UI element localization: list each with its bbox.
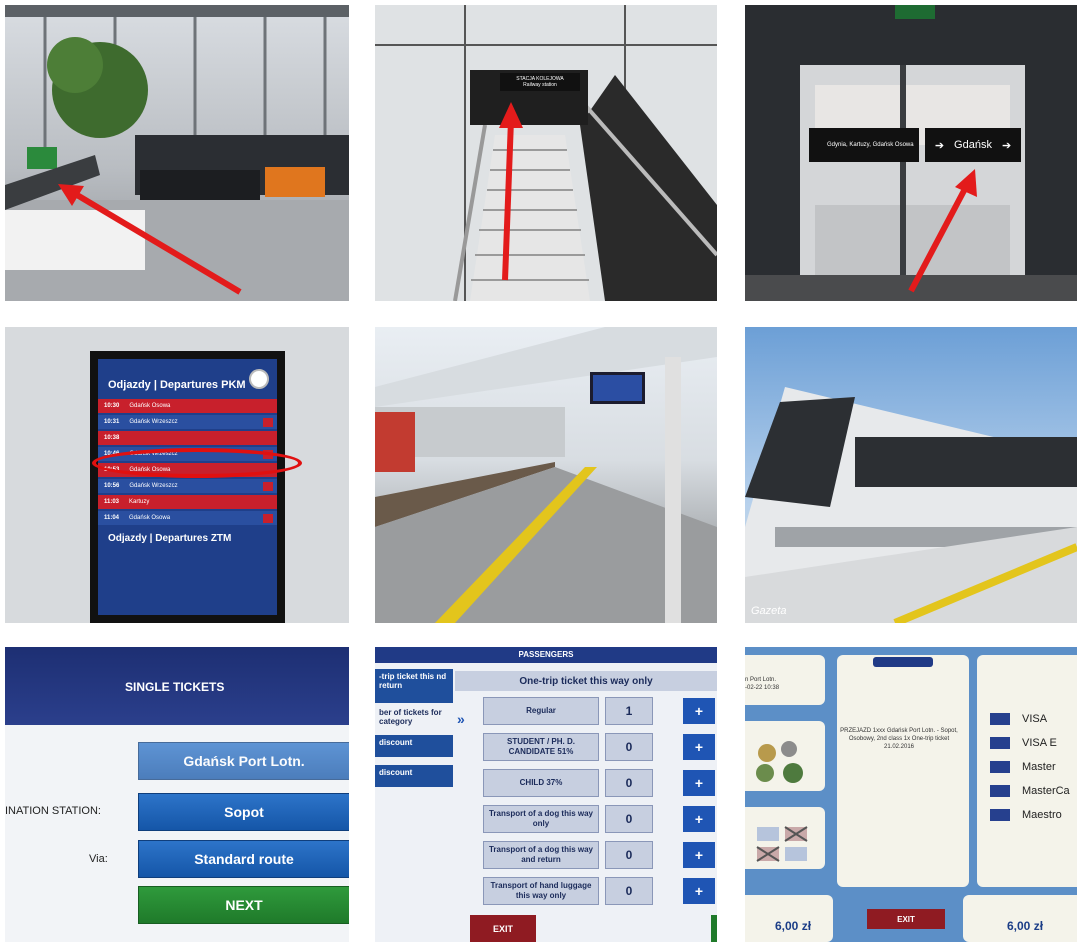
platform-scene — [375, 327, 717, 623]
single-tickets-screen: SINGLE TICKETS Gdańsk Port Lotn. INATION… — [5, 647, 349, 942]
platform-badge — [263, 513, 273, 523]
card-logo-icon — [990, 737, 1010, 749]
via-label: Via: — [89, 853, 108, 865]
departure-row: 11:04 Gdańsk Osowa — [98, 511, 277, 525]
quantity-value: 0 — [605, 769, 653, 797]
departures-board-photo: Odjazdy | Departures PKM 10:30 Gdańsk Oso… — [5, 327, 349, 623]
plus-button[interactable]: + — [683, 734, 715, 760]
next-button-edge[interactable] — [711, 915, 717, 942]
passenger-category: Transport of a dog this way and return — [483, 841, 599, 869]
price-left: 6,00 zł — [775, 919, 812, 933]
card-option[interactable]: VISA E — [990, 737, 1057, 749]
quantity-value: 1 — [605, 697, 653, 725]
destination-button[interactable]: Sopot — [138, 793, 349, 831]
train-scene — [745, 387, 1077, 623]
quantity-value: 0 — [605, 805, 653, 833]
coins-icon — [756, 741, 803, 783]
card-logo-icon — [990, 713, 1010, 725]
quantity-value: 0 — [605, 841, 653, 869]
platform-badge — [263, 401, 273, 411]
clock-icon — [249, 369, 269, 389]
via-button[interactable]: Standard route — [138, 840, 349, 878]
card-logo-icon — [990, 761, 1010, 773]
ticket-header — [873, 657, 933, 667]
ztm-title: Odjazdy | Departures ZTM — [108, 533, 232, 544]
railway-station-sign: STACJA KOLEJOWA Railway station — [500, 73, 580, 91]
platform-doors-photo: Gdynia, Kartuzy, Gdańsk Osowa ➔ Gdańsk ➔ — [745, 5, 1077, 301]
arrow-right-icon: ➔ — [1001, 139, 1012, 152]
stairs-photo: STACJA KOLEJOWA Railway station — [375, 5, 717, 301]
red-ellipse-highlight — [92, 448, 302, 478]
quantity-value: 0 — [605, 877, 653, 905]
passenger-category: Regular — [483, 697, 599, 725]
price-right: 6,00 zł — [1007, 919, 1044, 933]
double-chevron-icon: » — [457, 711, 465, 727]
origin-button[interactable]: Gdańsk Port Lotn. — [138, 742, 349, 780]
plus-button[interactable]: + — [683, 806, 715, 832]
coins-panel — [745, 721, 825, 791]
red-arrow — [908, 169, 977, 293]
quantity-value: 0 — [605, 733, 653, 761]
tab-discount-2[interactable]: discount — [375, 765, 453, 787]
one-trip-label: One-trip ticket this way only — [455, 671, 717, 691]
plus-button[interactable]: + — [683, 878, 715, 904]
departure-row: 10:30 Gdańsk Osowa — [98, 399, 277, 413]
destination-label: INATION STATION: — [5, 805, 101, 817]
kiosk-header: SINGLE TICKETS — [5, 647, 349, 725]
card-option[interactable]: Maestro — [990, 809, 1062, 821]
category-label: ber of tickets for category — [379, 708, 442, 726]
passenger-category: CHILD 37% — [483, 769, 599, 797]
red-arrow — [499, 102, 523, 281]
tab-return-ticket[interactable]: -trip ticket this nd return — [375, 669, 453, 703]
plus-button[interactable]: + — [683, 842, 715, 868]
arrow-right-icon: ➔ — [934, 139, 945, 152]
next-button[interactable]: NEXT — [138, 886, 349, 924]
plus-button[interactable]: + — [683, 770, 715, 796]
card-option[interactable]: Master — [990, 761, 1056, 773]
passenger-category: Transport of a dog this way only — [483, 805, 599, 833]
direction-sign-left: Gdynia, Kartuzy, Gdańsk Osowa — [809, 128, 919, 162]
passenger-category: STUDENT / PH. D. CANDIDATE 51% — [483, 733, 599, 761]
sign-subtitle: Railway station — [523, 82, 557, 88]
platform-photo — [375, 327, 717, 623]
card-logo-icon — [990, 809, 1010, 821]
passengers-header: PASSENGERS — [375, 647, 717, 663]
departure-row: 10:31 Gdańsk Wrzeszcz — [98, 415, 277, 429]
ticket-details: PRZEJAZD 1xxx Gdańsk Port Lotn. - Sopot,… — [840, 728, 958, 751]
platform-badge — [263, 481, 273, 491]
passengers-screen: PASSENGERS -trip ticket this nd return b… — [375, 647, 717, 942]
plus-button[interactable]: + — [683, 698, 715, 724]
page-title: SINGLE TICKETS — [125, 680, 225, 694]
exit-button[interactable]: EXIT — [867, 909, 945, 929]
train-photo: Gazeta — [745, 327, 1077, 623]
banknotes-icon — [756, 826, 808, 862]
departure-row: 11:03 Kartuzy — [98, 495, 277, 509]
airport-hall-photo — [5, 5, 349, 301]
exit-button[interactable]: EXIT — [470, 915, 536, 942]
departure-row: 10:38 — [98, 431, 277, 445]
red-arrow — [58, 184, 242, 295]
watermark: Gazeta — [751, 605, 787, 617]
platform-badge — [263, 433, 273, 443]
departure-row: 10:56 Gdańsk Wrzeszcz — [98, 479, 277, 493]
card-option[interactable]: MasterCa — [990, 785, 1070, 797]
card-logo-icon — [990, 785, 1010, 797]
platform-badge — [263, 497, 273, 507]
banknotes-panel — [745, 807, 825, 869]
trip-info-panel: n Port Lotn. -02-22 10:38 — [745, 655, 825, 705]
platform-badge — [263, 417, 273, 427]
tab-discount-1[interactable]: discount — [375, 735, 453, 757]
departures-board: Odjazdy | Departures PKM 10:30 Gdańsk Oso… — [90, 351, 285, 623]
payment-screen: n Port Lotn. -02-22 10:38 PRZEJAZD 1xxx … — [745, 647, 1077, 942]
stairs-scene — [375, 5, 717, 301]
direction-sign-right: ➔ Gdańsk ➔ — [925, 128, 1021, 162]
card-option[interactable]: VISA — [990, 713, 1047, 725]
passenger-category: Transport of hand luggage this way only — [483, 877, 599, 905]
ticket-panel — [837, 655, 969, 887]
